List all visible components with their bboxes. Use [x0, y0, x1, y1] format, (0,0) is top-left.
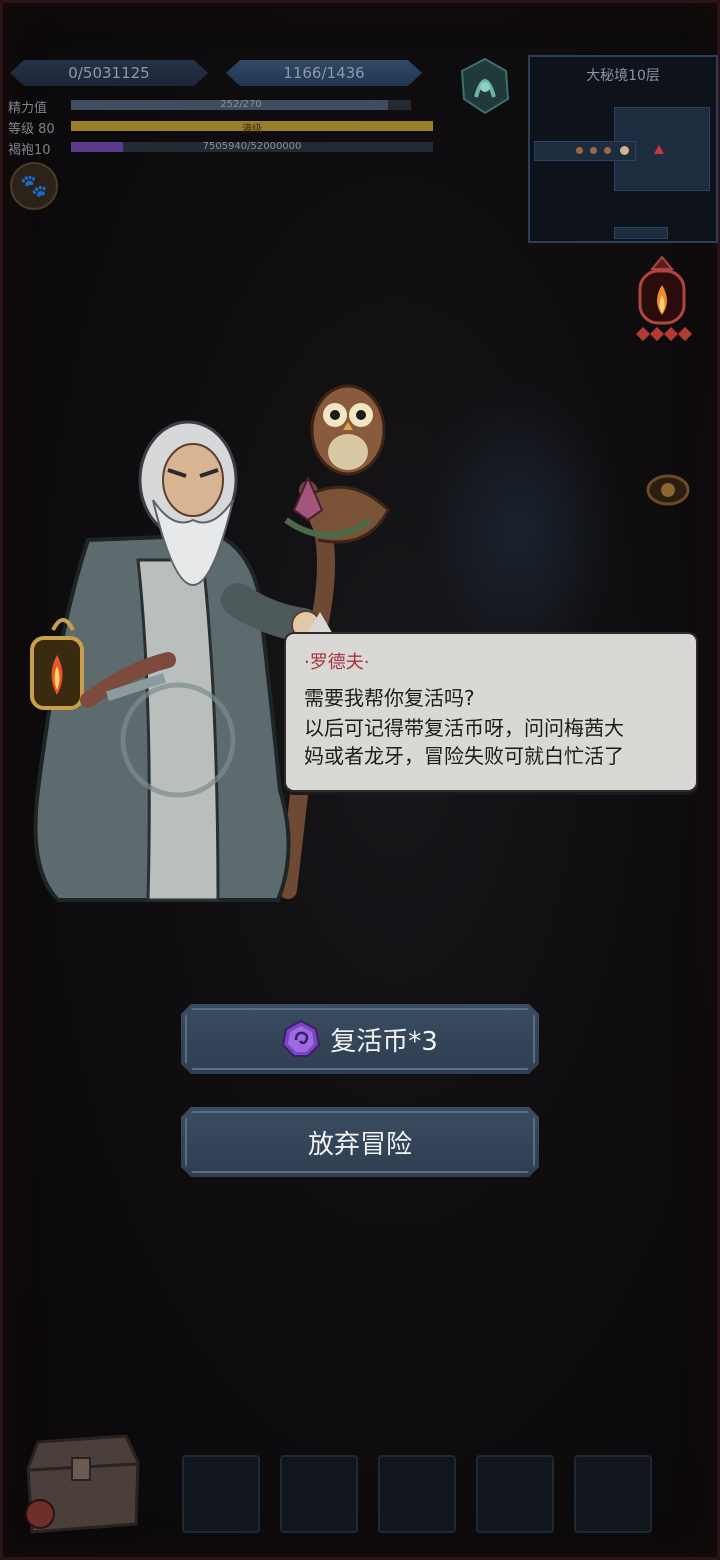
torch-icon[interactable] — [632, 255, 692, 347]
item-slot-4[interactable] — [476, 1455, 554, 1533]
level-value: 满级 — [242, 124, 262, 135]
robe-row: 褐袍10 7505940/52000000 — [8, 139, 438, 158]
hp-counter: 1166/1436 — [226, 60, 422, 86]
dialog-line: 妈或者龙牙，冒险失败可就白忙活了 — [304, 744, 624, 768]
gold-counter: 0/5031125 — [10, 60, 208, 86]
owl — [310, 384, 386, 476]
minimap-room — [614, 227, 668, 239]
item-slot-2[interactable] — [280, 1455, 358, 1533]
minimap-enemy — [654, 145, 664, 154]
level-bar: 满级 — [71, 121, 433, 135]
revive-coin-icon — [282, 1020, 320, 1058]
level-row: 等级 80 满级 — [8, 118, 438, 137]
minimap-player — [620, 146, 629, 155]
stamina-value: 252/270 — [220, 99, 262, 110]
item-slot-5[interactable] — [574, 1455, 652, 1533]
robe-bar: 7505940/52000000 — [71, 141, 433, 152]
minimap-marker — [604, 147, 611, 154]
speaker-name: ·罗德夫· — [304, 652, 370, 673]
paw-icon[interactable]: 🐾 — [10, 162, 58, 210]
revive-button-label: 复活币*3 — [330, 1026, 438, 1057]
minimap-marker — [576, 147, 583, 154]
eye-icon[interactable] — [645, 467, 691, 513]
minimap[interactable]: 大秘境10层 — [528, 55, 718, 243]
robe-label: 褐袍10 — [8, 143, 51, 158]
dialog-line: 需要我帮你复活吗? — [304, 686, 475, 710]
game-screen: 0/5031125 1166/1436 精力值 252/270 等级 80 满级… — [0, 0, 720, 1560]
item-slot-3[interactable] — [378, 1455, 456, 1533]
rune-stone-icon[interactable] — [458, 57, 512, 115]
minimap-marker — [590, 147, 597, 154]
item-slot-1[interactable] — [182, 1455, 260, 1533]
stamina-row: 精力值 252/270 — [8, 97, 428, 116]
minimap-title: 大秘境10层 — [586, 68, 660, 84]
revive-coin-button[interactable]: 复活币*3 — [181, 1004, 539, 1074]
robe-value: 7505940/52000000 — [202, 141, 302, 152]
level-label: 等级 80 — [8, 122, 55, 137]
abandon-button-label: 放弃冒险 — [307, 1129, 412, 1160]
stamina-label: 精力值 — [8, 101, 48, 116]
abandon-adventure-button[interactable]: 放弃冒险 — [181, 1107, 539, 1177]
dialog-box[interactable]: ·罗德夫· 需要我帮你复活吗? 以后可记得带复活币呀，问问梅茜大 妈或者龙牙，冒… — [286, 634, 696, 790]
stamina-bar: 252/270 — [71, 99, 411, 110]
backpack-icon[interactable] — [18, 1428, 146, 1538]
dialog-line: 以后可记得带复活币呀，问问梅茜大 — [304, 716, 624, 740]
dialog-tail — [306, 612, 334, 636]
